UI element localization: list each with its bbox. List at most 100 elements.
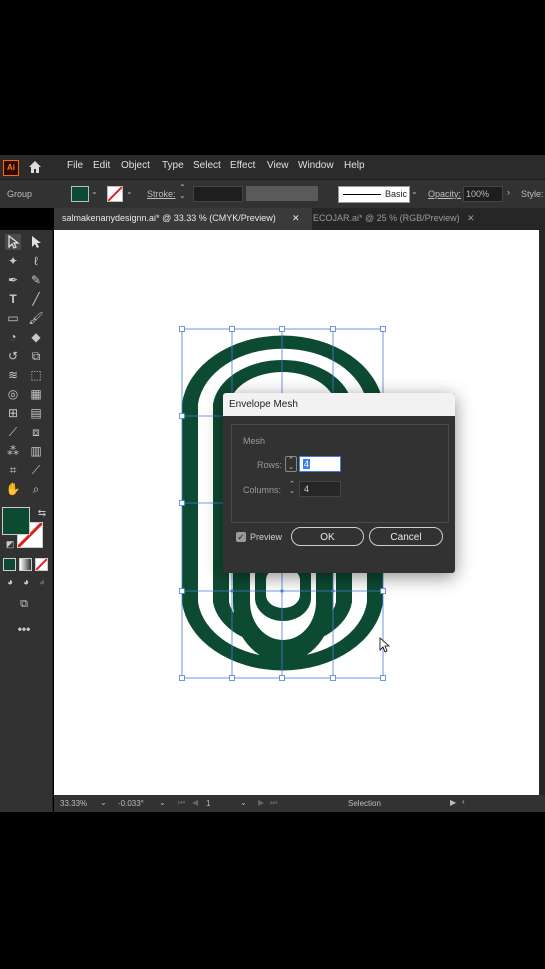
- close-icon[interactable]: ✕: [292, 208, 300, 228]
- lasso-icon[interactable]: ℓ: [28, 253, 44, 269]
- warp-tool-icon[interactable]: ≋: [5, 367, 21, 383]
- brush-label: Basic: [385, 189, 408, 199]
- rotation-value[interactable]: -0.033°: [118, 799, 144, 808]
- menu-window[interactable]: Window: [298, 160, 334, 171]
- draw-behind-icon[interactable]: ◕: [18, 575, 34, 591]
- chevron-down-icon[interactable]: ⌄: [411, 187, 418, 196]
- style-label[interactable]: Style:: [521, 189, 544, 199]
- menu-bar: Ai File Edit Object Type Select Effect V…: [0, 155, 545, 179]
- gradient-tool-icon[interactable]: ▤: [28, 405, 44, 421]
- symbol-sprayer-icon[interactable]: ⁂: [5, 443, 21, 459]
- direct-selection-tool-icon[interactable]: [28, 234, 44, 250]
- type-tool-icon[interactable]: T: [5, 291, 21, 307]
- menu-view[interactable]: View: [267, 160, 289, 171]
- chevron-down-icon[interactable]: ⌄: [240, 798, 247, 807]
- last-artboard-icon[interactable]: ⏭: [270, 798, 277, 808]
- paintbrush-icon[interactable]: 🖌: [28, 310, 44, 326]
- variable-width-profile[interactable]: [246, 186, 318, 201]
- close-icon[interactable]: ✕: [467, 208, 475, 228]
- previous-artboard-icon[interactable]: ◀: [192, 798, 198, 807]
- fill-swatch[interactable]: [71, 186, 89, 202]
- envelope-mesh-dialog: Envelope Mesh Mesh Rows: ⌃ ⌄ 4 Columns: ⌃…: [223, 393, 455, 573]
- menu-select[interactable]: Select: [193, 160, 221, 171]
- cancel-button[interactable]: Cancel: [369, 527, 443, 546]
- draw-normal-icon[interactable]: ◕: [2, 575, 18, 591]
- home-icon[interactable]: [27, 159, 43, 175]
- perspective-grid-icon[interactable]: ▦: [28, 386, 44, 402]
- opacity-value: 100%: [466, 189, 490, 199]
- stroke-label[interactable]: Stroke:: [147, 189, 176, 199]
- color-mode-icon[interactable]: [3, 558, 16, 571]
- screen-mode-icon[interactable]: ⧉: [16, 596, 32, 612]
- tab-label: salmakenanydesignn.ai* @ 33.33 % (CMYK/P…: [62, 213, 276, 223]
- columns-stepper[interactable]: ⌃ ⌄: [289, 481, 295, 495]
- status-menu-icon[interactable]: ▶: [450, 798, 456, 807]
- eyedropper-icon[interactable]: ⟋: [5, 424, 21, 440]
- rectangle-tool-icon[interactable]: ▭: [5, 310, 21, 326]
- rows-stepper[interactable]: ⌃ ⌄: [285, 456, 297, 472]
- chevron-right-icon[interactable]: ›: [507, 187, 510, 197]
- ok-button[interactable]: OK: [291, 527, 364, 546]
- columns-input[interactable]: 4: [299, 481, 341, 497]
- scroll-left-icon[interactable]: ‹: [462, 797, 465, 806]
- stroke-stepper[interactable]: ⌃ ⌄: [179, 184, 186, 200]
- hand-tool-icon[interactable]: ✋: [5, 481, 21, 497]
- more-tools-icon[interactable]: •••: [16, 621, 32, 637]
- menu-help[interactable]: Help: [344, 160, 365, 171]
- first-artboard-icon[interactable]: ⏮: [178, 798, 185, 808]
- preview-label[interactable]: Preview: [250, 532, 282, 542]
- stroke-weight-field[interactable]: [193, 186, 243, 202]
- shape-builder-icon[interactable]: ◎: [5, 386, 21, 402]
- fill-color-swatch-front[interactable]: [2, 507, 30, 535]
- selection-tool-icon[interactable]: [5, 234, 21, 250]
- gradient-mode-icon[interactable]: [19, 558, 32, 571]
- shaper-tool-icon[interactable]: ◔: [5, 329, 21, 345]
- eraser-icon[interactable]: ◆: [28, 329, 44, 345]
- chevron-down-icon[interactable]: ⌄: [159, 798, 166, 807]
- control-bar: Group ⌄ ⌄ Stroke: ⌃ ⌄ Basic ⌄ Opacity: 10…: [0, 179, 545, 208]
- graph-tool-icon[interactable]: ▥: [28, 443, 44, 459]
- scale-tool-icon[interactable]: ⧉: [28, 348, 44, 364]
- default-colors-icon[interactable]: ◩: [2, 536, 18, 552]
- zoom-level[interactable]: 33.33%: [60, 799, 87, 808]
- zoom-tool-icon[interactable]: ⌕: [28, 481, 44, 497]
- columns-label: Columns:: [243, 485, 282, 495]
- selection-type-label: Group: [7, 189, 33, 199]
- vertical-scrollbar[interactable]: [539, 230, 545, 795]
- brush-definition[interactable]: Basic: [338, 186, 410, 203]
- chevron-down-icon[interactable]: ⌄: [126, 187, 133, 196]
- curvature-tool-icon[interactable]: ✎: [28, 272, 44, 288]
- menu-file[interactable]: File: [67, 160, 83, 171]
- menu-effect[interactable]: Effect: [230, 160, 255, 171]
- artwork-core-white: [266, 567, 300, 608]
- opacity-field[interactable]: 100%: [463, 186, 503, 202]
- slice-tool-icon[interactable]: ⟋: [28, 462, 44, 478]
- menu-type[interactable]: Type: [162, 160, 184, 171]
- rotate-tool-icon[interactable]: ↺: [5, 348, 21, 364]
- artboard-number[interactable]: 1: [206, 799, 210, 808]
- swap-colors-icon[interactable]: ⇆: [34, 506, 50, 522]
- mesh-tool-icon[interactable]: ⊞: [5, 405, 21, 421]
- dialog-title[interactable]: Envelope Mesh: [223, 393, 455, 416]
- artboard-tool-icon[interactable]: ⌗: [5, 462, 21, 478]
- opacity-label[interactable]: Opacity:: [428, 189, 461, 199]
- free-transform-icon[interactable]: ⬚: [28, 367, 44, 383]
- status-bar: 33.33% ⌄ -0.033° ⌄ ⏮ ◀ 1 ⌄ ▶ ⏭ Selection…: [54, 795, 545, 812]
- tab-ecojar[interactable]: ECOJAR.ai* @ 25 % (RGB/Preview) ✕: [305, 208, 503, 230]
- line-tool-icon[interactable]: ╱: [28, 291, 44, 307]
- blend-tool-icon[interactable]: ⧈: [28, 424, 44, 440]
- next-artboard-icon[interactable]: ▶: [258, 798, 264, 807]
- rows-input[interactable]: 4: [299, 456, 341, 472]
- magic-wand-icon[interactable]: ✦: [5, 253, 21, 269]
- chevron-down-icon[interactable]: ⌄: [100, 798, 107, 807]
- preview-checkbox[interactable]: ✓: [236, 532, 246, 542]
- stroke-swatch[interactable]: [107, 186, 123, 202]
- tab-salmakenanydesignn[interactable]: salmakenanydesignn.ai* @ 33.33 % (CMYK/P…: [54, 208, 312, 230]
- current-tool-label: Selection: [348, 799, 381, 808]
- menu-edit[interactable]: Edit: [93, 160, 110, 171]
- menu-object[interactable]: Object: [121, 160, 150, 171]
- none-mode-icon[interactable]: [35, 558, 48, 571]
- pen-tool-icon[interactable]: ✒: [5, 272, 21, 288]
- draw-inside-icon[interactable]: ◕: [34, 575, 50, 591]
- chevron-down-icon[interactable]: ⌄: [91, 187, 98, 196]
